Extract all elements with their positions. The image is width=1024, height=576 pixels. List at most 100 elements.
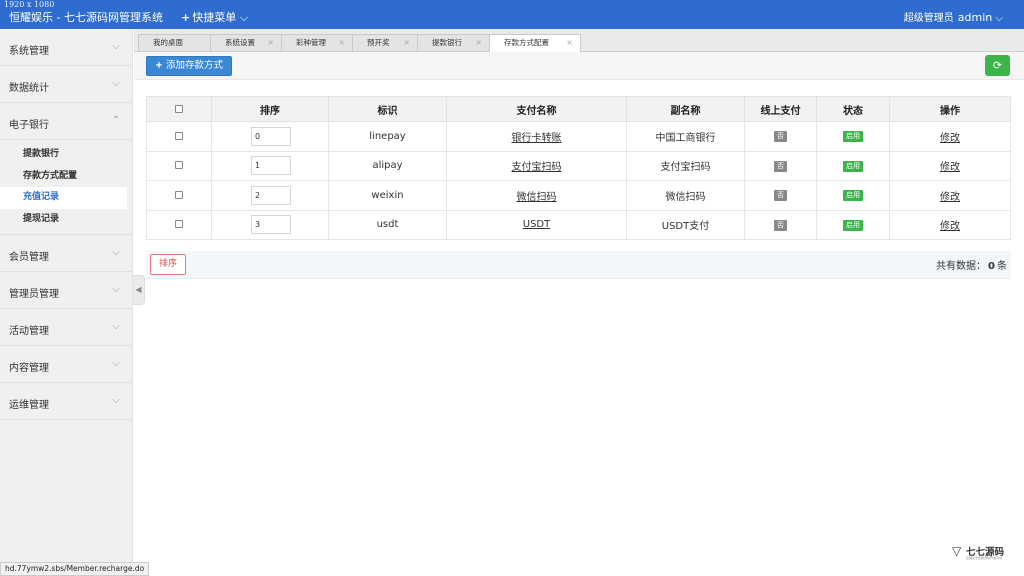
- sort-order-input[interactable]: [251, 185, 291, 205]
- status-badge[interactable]: 启用: [843, 131, 863, 143]
- quick-menu-label: 快捷菜单: [192, 11, 237, 24]
- chevron-down-icon: ⌵: [112, 284, 120, 295]
- key-cell: usdt: [328, 209, 447, 240]
- edit-link[interactable]: 修改: [940, 162, 960, 173]
- sidebar-group-stats[interactable]: 数据统计 ⌵: [0, 66, 132, 103]
- chevron-down-icon: ⌵: [112, 247, 120, 258]
- sub-name-cell: 中国工商银行: [626, 121, 745, 152]
- status-badge[interactable]: 启用: [843, 190, 863, 202]
- sidebar-group-label: 管理员管理: [9, 289, 59, 300]
- row-select-cell: [146, 121, 212, 152]
- sidebar-submenu-ebank: 提款银行 存款方式配置 充值记录 提现记录: [0, 140, 132, 235]
- edit-link[interactable]: 修改: [940, 133, 960, 144]
- sidebar-item-withdraw-bank[interactable]: 提款银行: [0, 144, 132, 166]
- online-badge: 否: [774, 131, 787, 143]
- close-icon[interactable]: ×: [267, 35, 274, 51]
- chevron-up-icon: ⌃: [111, 115, 120, 126]
- close-icon[interactable]: ×: [403, 35, 410, 51]
- sort-order-input[interactable]: [251, 156, 291, 176]
- sub-name-cell: USDT支付: [626, 209, 745, 240]
- refresh-icon: ⟳: [992, 59, 1003, 72]
- sidebar-item-withdraw-records[interactable]: 提现记录: [0, 209, 132, 231]
- pay-name-cell: 支付宝扫码: [446, 150, 627, 181]
- total-count: 共有数据： 0 条: [936, 257, 1007, 272]
- sidebar-group-label: 运维管理: [9, 400, 49, 411]
- sort-cell: [211, 180, 329, 211]
- tab-my-desktop[interactable]: 我的桌面: [138, 34, 212, 51]
- sidebar-group-ebank[interactable]: 电子银行 ⌃: [0, 103, 132, 140]
- app-title: 恒耀娱乐 - 七七源码网管理系统: [9, 11, 163, 24]
- tab-system-settings[interactable]: 系统设置 ×: [210, 34, 282, 51]
- edit-link[interactable]: 修改: [940, 221, 960, 232]
- tab-bar: 我的桌面 系统设置 × 彩种管理 × 预开奖 × 提款银行 × 存款方式配置 ×: [134, 29, 1024, 52]
- sidebar-item-deposit-config[interactable]: 存款方式配置: [0, 166, 132, 188]
- chevron-down-icon: ⌵: [112, 78, 120, 89]
- total-label: 共有数据：: [936, 261, 987, 272]
- edit-link[interactable]: 修改: [940, 192, 960, 203]
- sidebar-collapse-toggle[interactable]: ◀: [133, 275, 145, 305]
- tab-pre-draw[interactable]: 预开奖 ×: [352, 34, 418, 51]
- key-cell: alipay: [328, 150, 447, 181]
- action-cell: 修改: [889, 209, 1011, 240]
- logo-icon: ▽: [952, 544, 962, 558]
- sidebar-group-label: 会员管理: [9, 252, 49, 263]
- sort-button[interactable]: 排序: [150, 254, 187, 275]
- sidebar-group-label: 内容管理: [9, 363, 49, 374]
- tab-label: 我的桌面: [153, 38, 183, 47]
- user-menu[interactable]: 超级管理员 admin ⌵: [904, 9, 1003, 24]
- close-icon[interactable]: ×: [338, 35, 345, 51]
- tab-deposit-config[interactable]: 存款方式配置 ×: [489, 34, 581, 52]
- table-row: weixin 微信扫码 微信扫码 否 启用 修改: [146, 180, 1011, 211]
- pay-name-link[interactable]: 微信扫码: [517, 192, 557, 203]
- row-checkbox[interactable]: [175, 190, 183, 199]
- plus-icon: +: [181, 11, 191, 24]
- quick-menu-button[interactable]: + 快捷菜单 ⌵: [181, 9, 248, 25]
- sidebar-group-admins[interactable]: 管理员管理 ⌵: [0, 272, 132, 309]
- column-header: 支付名称: [446, 96, 627, 122]
- tab-lottery-management[interactable]: 彩种管理 ×: [281, 34, 353, 51]
- row-checkbox[interactable]: [175, 220, 183, 229]
- add-deposit-method-button[interactable]: + 添加存款方式: [146, 56, 233, 76]
- watermark-subtext: 全网关于优质源码开发平台: [966, 556, 1003, 560]
- online-badge: 否: [774, 190, 787, 202]
- table-header-row: 排序 标识 支付名称 副名称 线上支付 状态 操作: [146, 96, 1011, 122]
- sidebar: 系统管理 ⌵ 数据统计 ⌵ 电子银行 ⌃ 提款银行 存款方式配置 充值记录 提现…: [0, 29, 133, 576]
- add-button-label: 添加存款方式: [166, 60, 224, 71]
- pay-name-link[interactable]: USDT: [523, 219, 550, 230]
- deposit-methods-table: 排序 标识 支付名称 副名称 线上支付 状态 操作 linepay 银行卡转账 …: [146, 96, 1011, 240]
- row-checkbox[interactable]: [175, 161, 183, 170]
- pay-name-cell: USDT: [446, 209, 627, 240]
- sidebar-group-content[interactable]: 内容管理 ⌵: [0, 346, 132, 383]
- pay-name-link[interactable]: 支付宝扫码: [512, 162, 562, 173]
- sidebar-item-recharge-records[interactable]: 充值记录: [0, 187, 127, 209]
- sidebar-group-activities[interactable]: 活动管理 ⌵: [0, 309, 132, 346]
- sidebar-group-system[interactable]: 系统管理 ⌵: [0, 29, 132, 66]
- online-badge: 否: [774, 219, 787, 231]
- sidebar-group-label: 活动管理: [9, 326, 49, 337]
- row-checkbox[interactable]: [175, 131, 183, 140]
- column-header: 线上支付: [744, 96, 817, 122]
- sidebar-group-members[interactable]: 会员管理 ⌵: [0, 235, 132, 272]
- close-icon[interactable]: ×: [475, 35, 482, 51]
- sort-order-input[interactable]: [251, 215, 291, 235]
- refresh-button[interactable]: ⟳: [985, 55, 1010, 76]
- tab-withdraw-bank[interactable]: 提款银行 ×: [417, 34, 490, 51]
- tab-label: 提款银行: [432, 38, 462, 47]
- tab-label: 彩种管理: [296, 38, 326, 47]
- select-all-checkbox[interactable]: [175, 104, 183, 113]
- pay-name-link[interactable]: 银行卡转账: [512, 133, 562, 144]
- close-icon[interactable]: ×: [566, 35, 573, 51]
- sort-order-input[interactable]: [251, 126, 291, 146]
- top-header: 1920 x 1080 恒耀娱乐 - 七七源码网管理系统 + 快捷菜单 ⌵ 超级管…: [0, 0, 1024, 29]
- sidebar-group-ops[interactable]: 运维管理 ⌵: [0, 383, 132, 420]
- table-row: alipay 支付宝扫码 支付宝扫码 否 启用 修改: [146, 150, 1011, 181]
- status-bar-url: hd.77ymw2.sbs/Member.recharge.do: [0, 562, 150, 576]
- sub-name-cell: 支付宝扫码: [626, 150, 745, 181]
- select-all-cell: [146, 96, 212, 122]
- pay-name-cell: 银行卡转账: [446, 121, 627, 152]
- online-badge: 否: [774, 160, 787, 172]
- status-badge[interactable]: 启用: [843, 160, 863, 172]
- column-header: 操作: [889, 96, 1011, 122]
- status-badge[interactable]: 启用: [843, 219, 863, 231]
- online-cell: 否: [744, 209, 817, 240]
